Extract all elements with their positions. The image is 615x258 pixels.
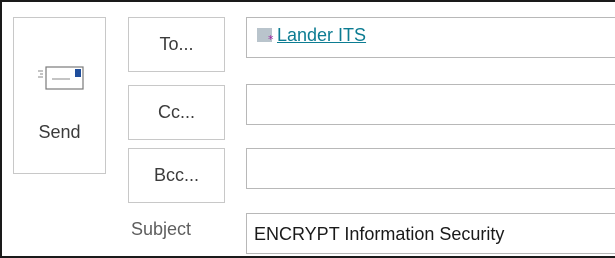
recipient-token[interactable]: * Lander ITS bbox=[256, 24, 366, 46]
cc-field[interactable] bbox=[246, 84, 615, 125]
to-field[interactable]: * Lander ITS bbox=[246, 17, 615, 58]
cc-button[interactable]: Cc... bbox=[128, 85, 225, 140]
window-frame-left bbox=[0, 0, 2, 258]
bcc-button[interactable]: Bcc... bbox=[128, 148, 225, 203]
window-frame-top bbox=[0, 0, 615, 2]
svg-text:*: * bbox=[268, 33, 274, 44]
distribution-list-icon: * bbox=[256, 26, 276, 46]
bcc-field[interactable] bbox=[246, 148, 615, 189]
send-button[interactable]: Send bbox=[13, 17, 106, 174]
recipient-name[interactable]: Lander ITS bbox=[277, 24, 366, 46]
send-button-label: Send bbox=[38, 122, 81, 142]
subject-label: Subject bbox=[131, 219, 192, 239]
to-button[interactable]: To... bbox=[128, 17, 225, 72]
send-mail-icon bbox=[37, 65, 87, 93]
subject-field[interactable]: ENCRYPT Information Security bbox=[246, 213, 615, 254]
subject-value: ENCRYPT Information Security bbox=[254, 224, 505, 244]
